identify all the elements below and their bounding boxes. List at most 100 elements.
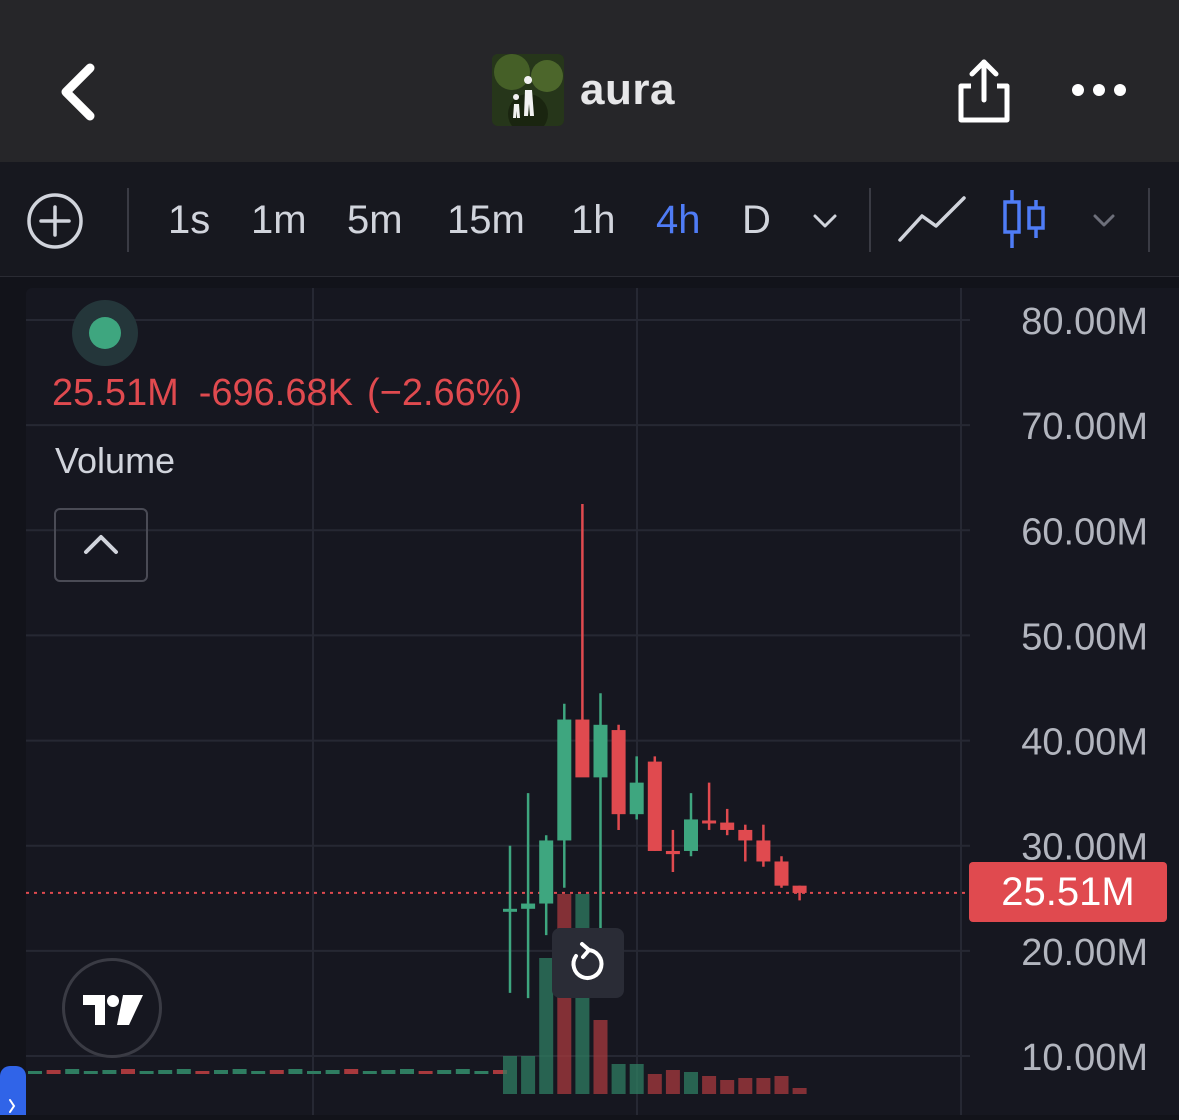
chevron-left-icon — [61, 63, 95, 121]
volume-bar — [665, 1070, 680, 1094]
series-visibility-toggle[interactable] — [72, 300, 138, 366]
line-chart-icon — [898, 196, 966, 242]
volume-bar — [83, 1071, 98, 1074]
chevron-down-icon — [1093, 214, 1115, 227]
volume-bar — [232, 1069, 247, 1074]
side-panel-tab[interactable] — [0, 1066, 26, 1115]
tradingview-logo[interactable] — [62, 958, 162, 1058]
volume-bar — [251, 1071, 266, 1074]
volume-bar — [269, 1070, 284, 1074]
volume-bar — [593, 1020, 608, 1094]
toolbar-separator — [869, 188, 871, 252]
candle-body — [611, 730, 626, 815]
candle-body — [684, 819, 698, 851]
volume-bar — [756, 1078, 771, 1094]
candle-body — [665, 850, 680, 855]
timeframe-4h[interactable]: 4h — [656, 198, 701, 242]
candle-chart-type-button[interactable] — [1000, 188, 1048, 255]
timeframe-5m[interactable]: 5m — [347, 198, 403, 242]
volume-bar — [288, 1069, 303, 1074]
candle-body — [774, 861, 789, 886]
volume-bar — [344, 1069, 359, 1074]
candle-body — [792, 885, 807, 893]
token-title: aura — [492, 54, 675, 126]
volume-bar — [46, 1070, 61, 1074]
chart-type-dropdown[interactable] — [1090, 206, 1118, 234]
y-axis-tick-label: 40.00M — [1021, 722, 1148, 764]
toolbar-separator — [1148, 188, 1150, 252]
share-button[interactable] — [955, 56, 1013, 126]
volume-bar — [503, 1056, 517, 1094]
status-dot — [89, 317, 121, 349]
toolbar-separator — [127, 188, 129, 252]
chevron-up-icon — [84, 535, 118, 554]
volume-bar — [400, 1069, 414, 1074]
add-indicator-button[interactable] — [26, 192, 84, 250]
timeframe-1h[interactable]: 1h — [571, 198, 616, 242]
volume-bar — [474, 1071, 489, 1074]
volume-bar — [381, 1070, 396, 1074]
timeframe-dropdown[interactable] — [810, 206, 840, 236]
candlestick-icon — [1003, 190, 1045, 248]
volume-bar — [28, 1071, 42, 1074]
candle-body — [629, 782, 644, 815]
volume-bar — [774, 1076, 789, 1094]
candle-body — [557, 719, 572, 841]
volume-bar — [792, 1088, 807, 1094]
y-axis-tick-label: 50.00M — [1021, 616, 1148, 658]
more-dots-icon — [1072, 84, 1126, 96]
candle-body — [647, 761, 662, 851]
volume-indicator-label: Volume — [55, 440, 176, 481]
candle-body — [503, 908, 517, 912]
volume-bar — [720, 1080, 735, 1094]
collapse-legend-button[interactable] — [54, 508, 148, 582]
volume-bar — [521, 1056, 536, 1094]
volume-bar — [307, 1071, 321, 1074]
volume-bar — [362, 1071, 377, 1074]
candle-body — [521, 903, 536, 909]
y-axis-tick-label: 60.00M — [1021, 511, 1148, 553]
volume-bar — [176, 1069, 191, 1074]
volume-bar — [139, 1071, 154, 1074]
candle-body — [702, 820, 717, 824]
volume-bar — [611, 1064, 626, 1094]
volume-bar — [158, 1070, 173, 1074]
y-axis-tick-label: 10.00M — [1021, 1037, 1148, 1079]
candle-body — [575, 719, 590, 778]
volume-bar — [102, 1070, 117, 1074]
volume-bar — [65, 1069, 80, 1074]
volume-bar — [437, 1070, 452, 1074]
y-axis-tick-label: 20.00M — [1021, 932, 1148, 974]
volume-bar — [121, 1069, 135, 1074]
volume-bar — [325, 1070, 340, 1074]
app-header: aura — [0, 0, 1179, 162]
current-price-label: 25.51M — [969, 862, 1167, 922]
candle-body — [593, 724, 608, 778]
back-button[interactable] — [54, 60, 104, 124]
volume-bar — [702, 1076, 717, 1094]
timeframe-d[interactable]: D — [742, 198, 771, 242]
candle-body — [738, 829, 753, 841]
volume-bar — [684, 1072, 698, 1094]
volume-bar — [214, 1070, 228, 1074]
more-button[interactable] — [1068, 74, 1130, 106]
legend-price: 25.51M — [52, 372, 179, 414]
volume-bar — [418, 1071, 433, 1074]
share-icon — [958, 59, 1010, 123]
volume-bar — [455, 1069, 470, 1074]
page-title: aura — [580, 65, 675, 114]
volume-bar — [647, 1074, 662, 1094]
timeframe-1s[interactable]: 1s — [168, 198, 210, 242]
line-chart-type-button[interactable] — [896, 192, 968, 249]
tradingview-icon — [83, 995, 143, 1025]
price-legend: 25.51M -696.68K (−2.66%) — [52, 372, 542, 415]
volume-bar — [629, 1064, 644, 1094]
timeframe-15m[interactable]: 15m — [447, 198, 525, 242]
timeframe-1m[interactable]: 1m — [251, 198, 307, 242]
reset-icon — [571, 942, 604, 980]
y-axis-tick-label: 70.00M — [1021, 406, 1148, 448]
volume-bar — [195, 1071, 210, 1074]
reset-chart-button[interactable] — [552, 928, 624, 998]
plus-circle-icon — [27, 193, 83, 249]
legend-change-pct: (−2.66%) — [366, 372, 523, 414]
